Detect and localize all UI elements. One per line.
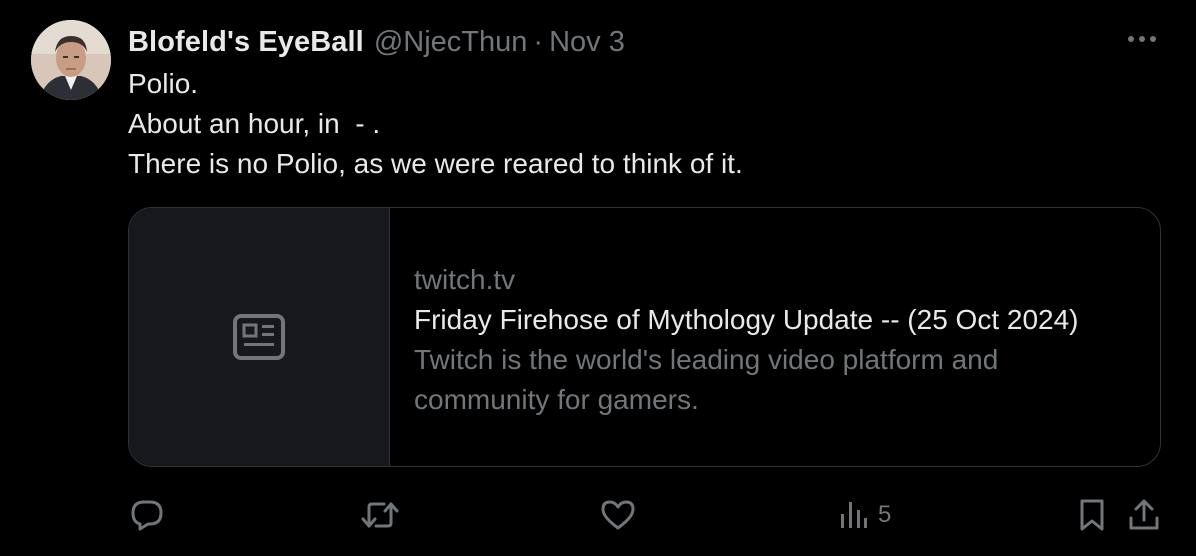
tweet-header: Blofeld's EyeBall @NjecThun · Nov 3 xyxy=(128,22,625,62)
share-icon xyxy=(1129,499,1159,530)
card-text: twitch.tv Friday Firehose of Mythology U… xyxy=(414,260,1160,420)
more-options-button[interactable] xyxy=(1122,22,1162,56)
card-description: Twitch is the world's leading video plat… xyxy=(414,344,999,415)
bookmark-button[interactable] xyxy=(1078,490,1106,540)
share-button[interactable] xyxy=(1128,490,1160,540)
avatar-image xyxy=(31,20,111,100)
news-article-icon xyxy=(233,314,285,360)
reply-button[interactable] xyxy=(130,490,164,540)
more-icon xyxy=(1128,36,1156,42)
retweet-icon xyxy=(361,502,399,528)
tweet-line: There is no Polio, as we were reared to … xyxy=(128,148,743,179)
user-handle[interactable]: @NjecThun xyxy=(374,26,528,59)
card-domain: twitch.tv xyxy=(414,264,516,295)
card-title: Friday Firehose of Mythology Update -- (… xyxy=(414,304,1079,335)
tweet-line: About an hour, in - . xyxy=(128,108,381,139)
bookmark-icon xyxy=(1080,499,1104,531)
analytics-icon xyxy=(841,502,867,528)
tweet-text: Polio. About an hour, in - . There is no… xyxy=(128,64,743,184)
tweet-actions: 5 xyxy=(0,490,1196,540)
heart-icon xyxy=(601,500,635,530)
retweet-button[interactable] xyxy=(360,490,400,540)
tweet[interactable]: Blofeld's EyeBall @NjecThun · Nov 3 Poli… xyxy=(0,0,1196,556)
like-button[interactable] xyxy=(600,490,636,540)
tweet-date[interactable]: Nov 3 xyxy=(549,26,625,59)
views-button[interactable]: 5 xyxy=(838,490,891,540)
avatar[interactable] xyxy=(31,20,111,100)
tweet-line: Polio. xyxy=(128,68,199,99)
card-thumbnail xyxy=(129,208,390,466)
display-name[interactable]: Blofeld's EyeBall xyxy=(128,26,364,59)
link-preview-card[interactable]: twitch.tv Friday Firehose of Mythology U… xyxy=(128,207,1161,467)
reply-icon xyxy=(131,500,163,531)
views-count: 5 xyxy=(878,501,892,528)
separator-dot: · xyxy=(533,25,544,58)
